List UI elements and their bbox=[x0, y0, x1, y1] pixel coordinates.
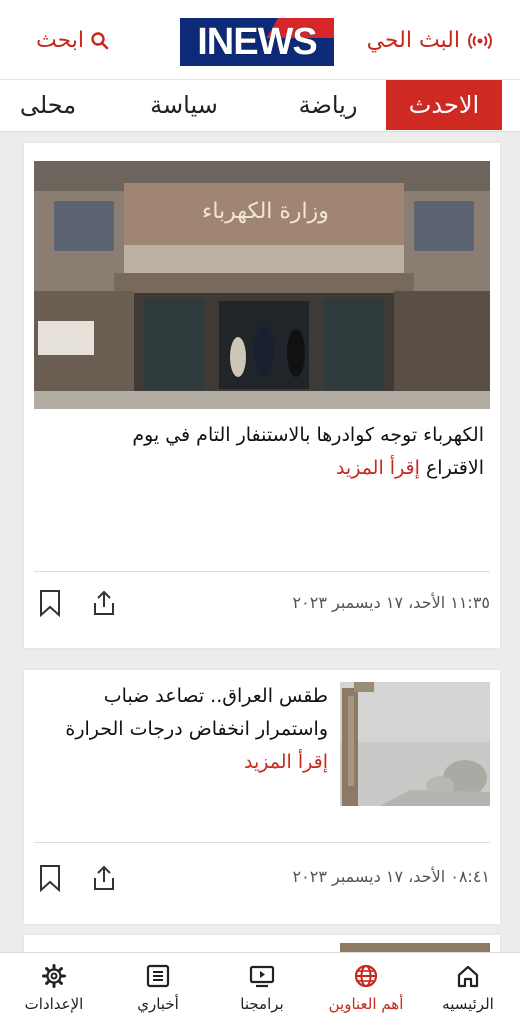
inews-logo[interactable]: INEWS bbox=[180, 18, 334, 66]
nav-home[interactable]: الرئيسيه bbox=[416, 963, 520, 1013]
bookmark-icon bbox=[40, 865, 60, 892]
divider bbox=[34, 842, 490, 843]
home-icon bbox=[457, 965, 479, 988]
news-list-icon bbox=[146, 964, 170, 988]
nav-settings[interactable]: الإعدادات bbox=[2, 963, 106, 1013]
article-card[interactable]: طقس العراق.. تصاعد ضباب واستمرار انخفاض … bbox=[24, 670, 500, 924]
app-header: ابحث INEWS البث الحي bbox=[0, 0, 520, 80]
divider bbox=[34, 571, 490, 572]
article-thumbnail[interactable] bbox=[340, 682, 490, 806]
share-icon bbox=[94, 865, 114, 890]
nav-our-programs[interactable]: برامجنا bbox=[210, 963, 314, 1013]
building-sign-text: وزارة الكهرباء bbox=[202, 199, 329, 224]
article-card[interactable]: وزارة الكهرباء الكهرباء توجه كوادرها بال… bbox=[24, 143, 500, 648]
nav-my-news[interactable]: أخباري bbox=[106, 963, 210, 1013]
article-title[interactable]: طقس العراق.. تصاعد ضباب واستمرار انخفاض … bbox=[38, 680, 328, 779]
tab-sports[interactable]: رياضة bbox=[270, 80, 386, 130]
category-tabs: الاحدث رياضة سياسة محلى bbox=[0, 80, 520, 132]
search-label: ابحث bbox=[36, 28, 85, 53]
search-button[interactable]: ابحث bbox=[36, 28, 110, 53]
tab-latest[interactable]: الاحدث bbox=[386, 80, 502, 130]
share-icon bbox=[94, 590, 114, 615]
article-timestamp: ١١:٣٥ الأحد، ١٧ ديسمبر ٢٠٢٣ bbox=[292, 593, 490, 612]
globe-icon bbox=[354, 964, 378, 988]
bottom-navigation: الرئيسيه أهم العناوين برامجنا أخباري الإ… bbox=[0, 952, 520, 1034]
article-timestamp: ٠٨:٤١ الأحد، ١٧ ديسمبر ٢٠٢٣ bbox=[292, 867, 490, 886]
read-more-link[interactable]: إقرأ المزيد bbox=[244, 751, 328, 773]
share-button[interactable] bbox=[90, 864, 118, 892]
tv-icon bbox=[249, 965, 275, 988]
article-image[interactable]: وزارة الكهرباء bbox=[34, 161, 490, 409]
broadcast-icon bbox=[468, 32, 492, 49]
gear-icon bbox=[42, 964, 66, 988]
read-more-link[interactable]: إقرأ المزيد bbox=[336, 457, 420, 479]
bookmark-button[interactable] bbox=[36, 864, 64, 892]
bookmark-button[interactable] bbox=[36, 589, 64, 617]
foggy-street-illustration bbox=[340, 682, 490, 806]
search-icon bbox=[91, 31, 109, 49]
tab-local[interactable]: محلى bbox=[0, 80, 96, 130]
tab-politics[interactable]: سياسة bbox=[132, 80, 236, 130]
nav-top-headlines[interactable]: أهم العناوين bbox=[314, 963, 418, 1013]
bookmark-icon bbox=[40, 590, 60, 617]
article-title[interactable]: الكهرباء توجه كوادرها بالاستنفار التام ف… bbox=[74, 419, 484, 485]
live-label: البث الحي bbox=[366, 28, 460, 53]
live-stream-button[interactable]: البث الحي bbox=[367, 28, 492, 53]
share-button[interactable] bbox=[90, 589, 118, 617]
